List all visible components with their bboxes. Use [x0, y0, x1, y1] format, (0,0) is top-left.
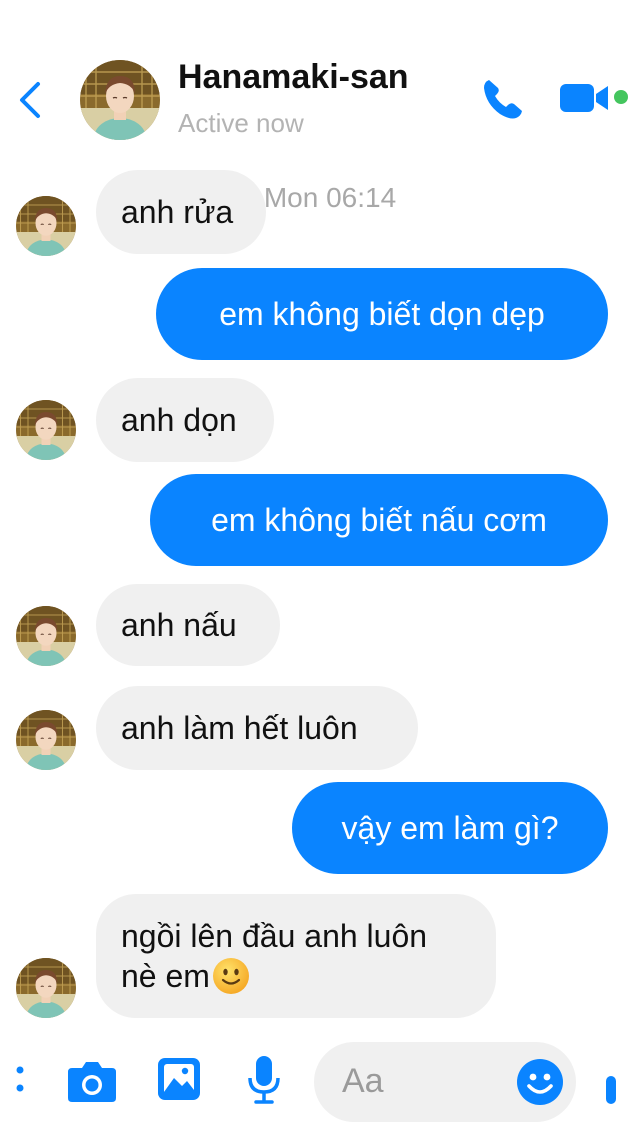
- microphone-icon[interactable]: [246, 1054, 282, 1106]
- outgoing-message[interactable]: em không biết nấu cơm: [150, 474, 608, 566]
- message-timestamp: Mon 06:14: [263, 182, 397, 213]
- contact-avatar[interactable]: [16, 710, 76, 770]
- conversation-header: Hanamaki-san Active now: [0, 0, 640, 160]
- like-icon[interactable]: [606, 1076, 616, 1104]
- message-text: em không biết nấu cơm: [211, 502, 547, 538]
- emoji-icon[interactable]: [516, 1058, 564, 1106]
- contact-avatar[interactable]: [16, 958, 76, 1018]
- message-text: nè em: [121, 958, 210, 994]
- camera-icon[interactable]: [66, 1058, 118, 1104]
- photo-icon[interactable]: [156, 1056, 202, 1102]
- message-text: anh dọn: [121, 402, 237, 438]
- message-text: anh nấu: [121, 607, 237, 643]
- message-text-line-2: nè em: [121, 956, 250, 996]
- message-text: em không biết dọn dẹp: [219, 296, 545, 332]
- outgoing-message[interactable]: vậy em làm gì?: [292, 782, 608, 874]
- incoming-message[interactable]: ngồi lên đầu anh luôn nè em: [96, 894, 496, 1018]
- outgoing-message[interactable]: em không biết dọn dẹp: [156, 268, 608, 360]
- incoming-message[interactable]: anh dọn: [96, 378, 274, 462]
- message-text: ngồi lên đầu anh luôn: [121, 918, 428, 954]
- more-icon[interactable]: [16, 1060, 26, 1100]
- back-chevron-icon[interactable]: [14, 78, 48, 122]
- online-indicator: [614, 90, 628, 104]
- contact-avatar[interactable]: [16, 400, 76, 460]
- video-camera-icon[interactable]: [558, 80, 610, 116]
- contact-avatar[interactable]: [80, 60, 160, 140]
- incoming-message[interactable]: anh nấu: [96, 584, 280, 666]
- slightly-smiling-face-icon: [212, 958, 249, 994]
- contact-name[interactable]: Hanamaki-san: [178, 58, 409, 97]
- message-text: vậy em làm gì?: [341, 810, 559, 846]
- active-status: Active now: [178, 108, 304, 138]
- message-input[interactable]: Aa: [314, 1042, 576, 1122]
- message-text: anh làm hết luôn: [121, 710, 358, 746]
- composer-bar: Aa: [0, 1030, 640, 1136]
- message-input-placeholder: Aa: [342, 1062, 384, 1100]
- incoming-message[interactable]: anh làm hết luôn: [96, 686, 418, 770]
- contact-avatar[interactable]: [16, 606, 76, 666]
- phone-icon[interactable]: [480, 76, 526, 122]
